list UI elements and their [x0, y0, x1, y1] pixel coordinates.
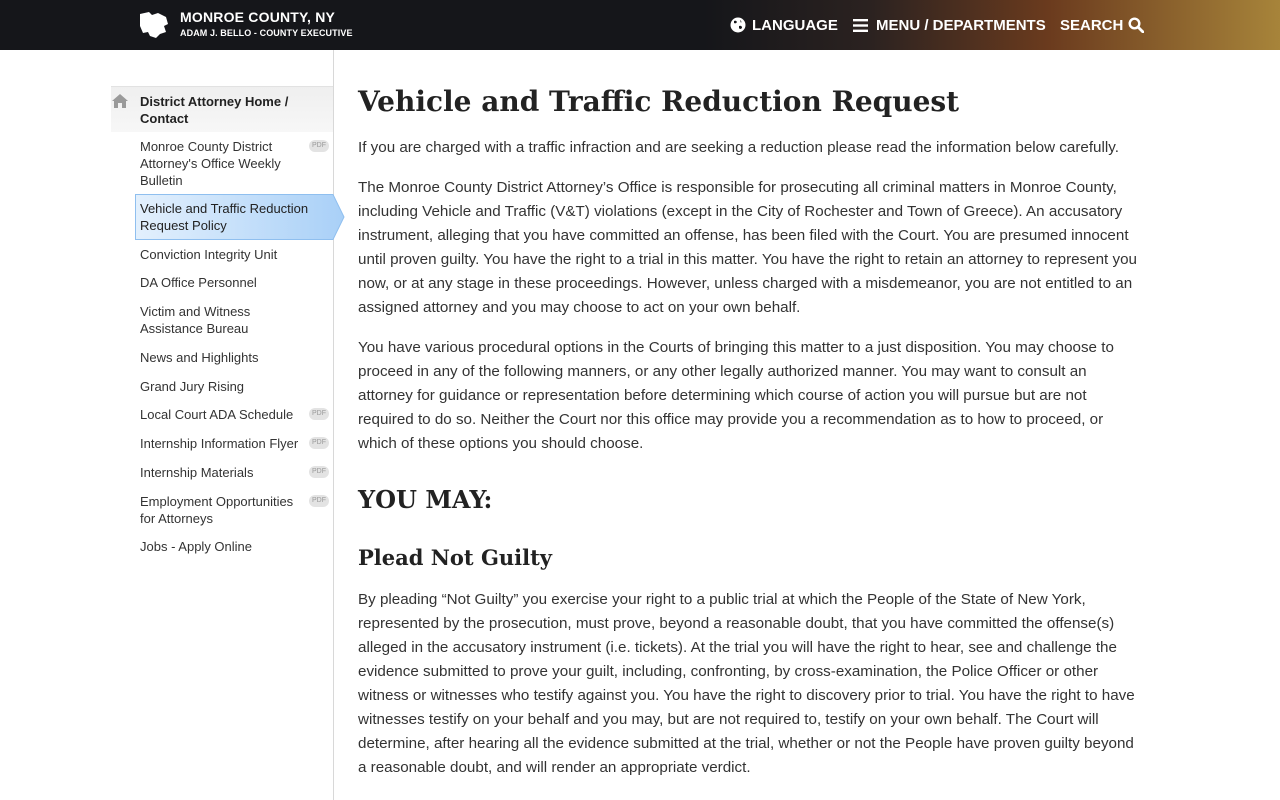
responsibility-paragraph: The Monroe County District Attorney’s Of… [358, 179, 1137, 316]
sidebar-item-victim-witness[interactable]: Victim and Witness Assistance Bureau [140, 303, 310, 337]
pdf-badge-icon: PDF [309, 140, 329, 152]
search-icon [1128, 17, 1145, 33]
pdf-badge-icon: PDF [309, 408, 329, 420]
search-button[interactable]: SEARCH [1060, 16, 1145, 34]
plead-not-guilty-heading: Plead Not Guilty [358, 545, 553, 570]
sidebar-item-news[interactable]: News and Highlights [140, 349, 310, 366]
not-guilty-paragraph: By pleading “Not Guilty” you exercise yo… [358, 591, 1135, 776]
pdf-badge-icon: PDF [309, 437, 329, 449]
sidebar-item-weekly-bulletin[interactable]: Monroe County District Attorney's Office… [140, 138, 310, 189]
sidebar-nav: District Attorney Home / Contact Monroe … [0, 50, 345, 800]
hamburger-icon [853, 18, 868, 32]
sidebar-home-link[interactable]: District Attorney Home / Contact [111, 86, 333, 132]
sidebar-item-grand-jury[interactable]: Grand Jury Rising [140, 378, 310, 395]
menu-departments-button[interactable]: MENU / DEPARTMENTS [853, 16, 1046, 34]
sidebar-item-internship-flyer[interactable]: Internship Information Flyer [140, 435, 310, 452]
sidebar-item-employment-attorneys[interactable]: Employment Opportunities for Attorneys [140, 493, 310, 527]
sidebar-home-label: District Attorney Home / Contact [140, 94, 289, 126]
sidebar-item-conviction-integrity[interactable]: Conviction Integrity Unit [140, 246, 310, 263]
language-label: LANGUAGE [752, 16, 838, 34]
county-name[interactable]: MONROE COUNTY, NY [180, 9, 335, 25]
you-may-heading: YOU MAY: [358, 485, 493, 514]
county-logo-icon[interactable] [140, 12, 168, 38]
pdf-badge-icon: PDF [309, 466, 329, 478]
globe-icon [730, 17, 746, 33]
menu-label: MENU / DEPARTMENTS [876, 16, 1046, 34]
county-executive: ADAM J. BELLO - COUNTY EXECUTIVE [180, 28, 353, 38]
language-button[interactable]: LANGUAGE [730, 16, 838, 34]
site-header: MONROE COUNTY, NY ADAM J. BELLO - COUNTY… [0, 0, 1280, 50]
sidebar-item-da-personnel[interactable]: DA Office Personnel [140, 274, 310, 291]
search-label: SEARCH [1060, 16, 1124, 34]
sidebar-item-label: Vehicle and Traffic Reduction Request Po… [140, 201, 309, 233]
sidebar-item-internship-materials[interactable]: Internship Materials [140, 464, 310, 481]
sidebar-item-vt-reduction-policy[interactable]: Vehicle and Traffic Reduction Request Po… [135, 194, 345, 240]
options-paragraph: You have various procedural options in t… [358, 339, 1114, 452]
sidebar-item-court-ada-schedule[interactable]: Local Court ADA Schedule [140, 406, 310, 423]
page-title: Vehicle and Traffic Reduction Request [358, 85, 960, 118]
home-icon [112, 94, 128, 108]
sidebar-item-jobs-apply[interactable]: Jobs - Apply Online [140, 538, 310, 555]
intro-paragraph: If you are charged with a traffic infrac… [358, 139, 1119, 156]
pdf-badge-icon: PDF [309, 495, 329, 507]
